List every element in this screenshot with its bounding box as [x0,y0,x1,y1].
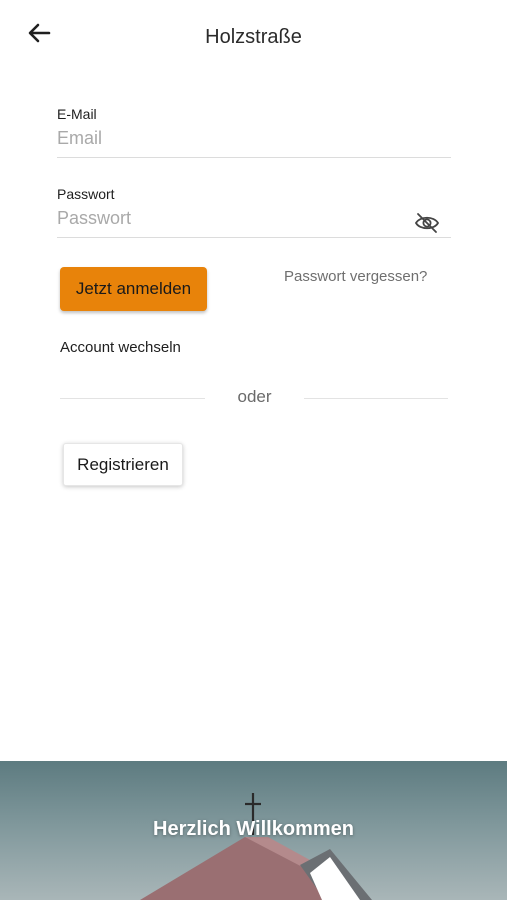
password-field-group: Passwort [57,186,451,238]
register-button[interactable]: Registrieren [63,443,183,486]
email-label: E-Mail [57,106,97,122]
welcome-title: Herzlich Willkommen [153,818,354,840]
login-button[interactable]: Jetzt anmelden [60,267,207,311]
divider-line-left [60,398,205,399]
password-visibility-toggle[interactable] [413,210,441,236]
password-input[interactable] [57,202,451,238]
email-field-group: E-Mail [57,106,451,158]
email-input[interactable] [57,122,451,158]
forgot-password-link[interactable]: Passwort vergessen? [284,268,427,285]
switch-account-link[interactable]: Account wechseln [60,339,181,356]
page-title: Holzstraße [205,26,302,48]
eye-slash-icon [414,213,440,233]
app-header: Holzstraße [0,0,507,76]
divider-label: oder [237,387,272,406]
password-label: Passwort [57,186,115,202]
divider-line-right [304,398,448,399]
login-screen: Holzstraße E-Mail Passwort Jetzt anmelde… [0,0,507,900]
welcome-banner: Herzlich Willkommen [0,761,507,900]
